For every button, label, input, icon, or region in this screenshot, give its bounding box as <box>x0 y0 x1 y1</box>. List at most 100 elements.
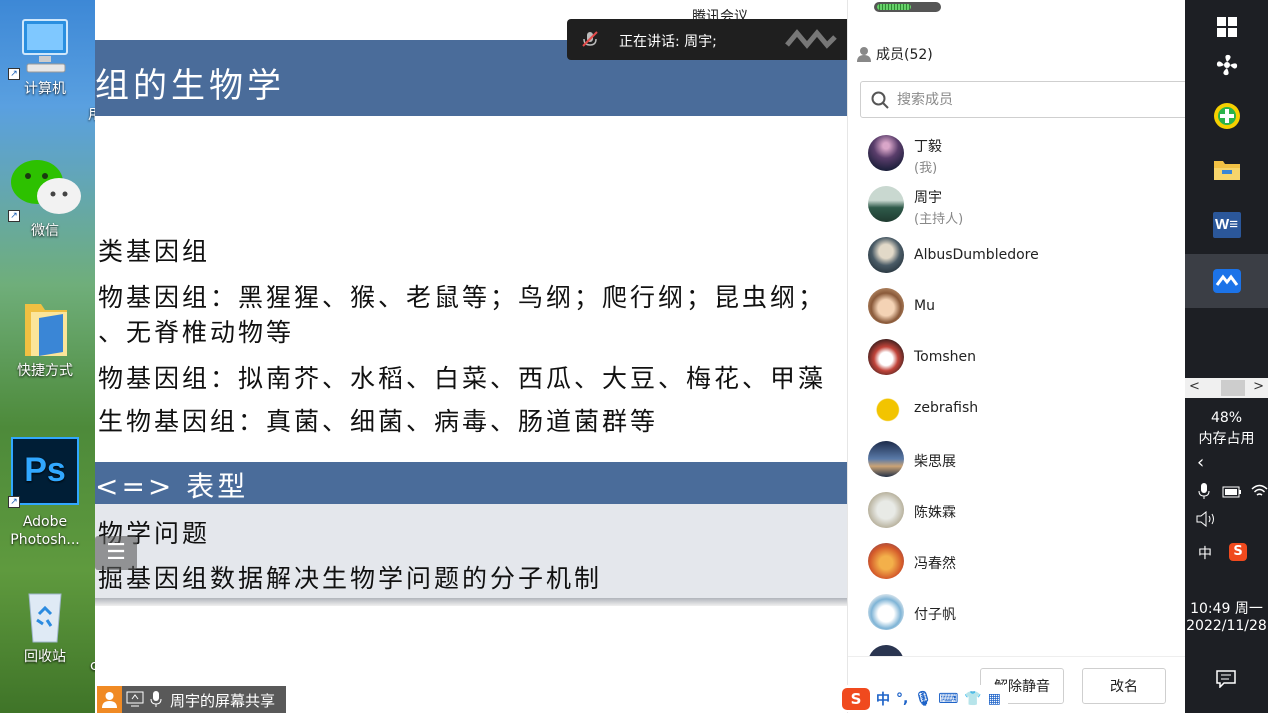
member-name: 周宇 <box>914 190 942 206</box>
taskbar-app-meeting[interactable] <box>1185 254 1268 308</box>
tencent-meeting-logo-icon <box>785 29 837 49</box>
desktop-label-recycle-bin: 回收站 <box>24 649 66 665</box>
avatar <box>868 288 904 324</box>
shortcut-arrow-icon: ↗ <box>8 496 20 508</box>
notification-icon[interactable] <box>1216 670 1236 688</box>
desktop-icon-recycle-bin[interactable]: 回收站 <box>0 584 90 666</box>
scroll-left-icon[interactable]: < <box>1189 379 1200 394</box>
skin-icon[interactable]: 👕 <box>964 691 981 707</box>
taskbar-scrollbar[interactable]: < > <box>1185 378 1268 398</box>
avatar <box>868 594 904 630</box>
taskbar-app-fan[interactable] <box>1185 38 1268 92</box>
taskbar-app-word[interactable]: W≡ <box>1185 198 1268 252</box>
list-icon: ☰ <box>106 540 126 565</box>
desktop-label-computer: 计算机 <box>24 81 66 97</box>
speaker-toast: 正在讲话: 周宇; <box>567 19 851 60</box>
screen-share-label: 周宇的屏幕共享 <box>170 692 276 710</box>
file-explorer-icon <box>1213 161 1240 180</box>
signal-fill <box>877 4 911 10</box>
avatar <box>868 441 904 477</box>
member-list: 丁毅 (我) 周宇 (主持人) AlbusDumbledore Mu Tomsh… <box>848 128 1186 656</box>
microphone-icon[interactable]: 🎙 <box>914 691 932 707</box>
member-name: Tomshen <box>914 349 977 365</box>
member-search-input[interactable] <box>897 90 1177 110</box>
slide-shadow <box>95 598 847 606</box>
windows-start-icon <box>1216 17 1237 37</box>
punctuation-icon[interactable]: °, <box>896 691 908 707</box>
scroll-thumb[interactable] <box>1221 380 1245 396</box>
keyboard-icon[interactable]: ⌨ <box>938 691 958 707</box>
clock-time[interactable]: 10:49 周一 <box>1185 598 1268 618</box>
microphone-icon[interactable] <box>1197 482 1211 500</box>
desktop-label-wechat: 微信 <box>31 223 59 239</box>
members-panel: 成员(52) 丁毅 (我) 周宇 (主持人) AlbusDumbledore M… <box>847 0 1190 713</box>
desktop-label-photoshop: Adobe Photosh... <box>10 514 80 548</box>
desktop-icon-computer[interactable]: 计算机 <box>0 16 90 98</box>
avatar <box>868 135 904 171</box>
member-item[interactable]: 陈姝霖 <box>868 487 1178 533</box>
computer-icon <box>22 19 68 73</box>
member-item[interactable]: 丁毅 (我) <box>868 130 1178 176</box>
volume-icon[interactable] <box>1195 511 1217 527</box>
desktop-icon-photoshop[interactable]: Ps Adobe Photosh... <box>0 437 90 549</box>
add-app-icon <box>1213 103 1240 129</box>
member-item[interactable] <box>868 640 1178 656</box>
chevron-left-icon[interactable]: ‹ <box>1197 452 1204 473</box>
word-icon: W≡ <box>1212 212 1241 238</box>
clock-date[interactable]: 2022/11/28 <box>1185 618 1268 634</box>
list-toggle-button[interactable]: ☰ <box>95 536 137 570</box>
member-role: (主持人) <box>914 212 964 227</box>
person-icon[interactable] <box>97 686 122 713</box>
search-icon <box>871 91 889 109</box>
member-name: Mu <box>914 298 935 314</box>
slide-bullet: 物基因组：拟南芥、水稻、白菜、西瓜、大豆、梅花、甲藻 <box>98 364 827 393</box>
slide-bullet: 生物基因组：真菌、细菌、病毒、肠道菌群等 <box>98 407 659 436</box>
member-name: zebrafish <box>914 400 979 416</box>
sogou-icon[interactable]: S <box>842 687 870 710</box>
ime-toolbar: S 中 °, 🎙 ⌨ 👕 ▦ <box>838 685 1008 712</box>
avatar <box>868 645 904 656</box>
battery-icon[interactable] <box>1222 486 1242 498</box>
screen-share-icon[interactable] <box>126 691 144 707</box>
ime-language[interactable]: 中 <box>876 689 890 709</box>
recycle-bin-icon <box>28 593 62 643</box>
screen-share-bar: 周宇的屏幕共享 <box>97 686 286 713</box>
member-item[interactable]: Tomshen <box>868 334 1178 380</box>
desktop-icon-shortcut-folder[interactable]: 快捷方式 <box>0 298 90 380</box>
member-item[interactable]: 柴思展 <box>868 436 1178 482</box>
taskbar: W≡ < > 48% 内存占用 ‹ 中 S 10:49 周一 2022/11/2… <box>1185 0 1268 713</box>
member-item[interactable]: zebrafish <box>868 385 1178 431</box>
member-item[interactable]: 冯春然 <box>868 538 1178 584</box>
ime-indicator[interactable]: 中 <box>1198 543 1212 563</box>
taskbar-app-explorer[interactable] <box>1185 143 1268 197</box>
wifi-icon[interactable] <box>1251 484 1268 498</box>
members-header: 成员(52) <box>856 44 933 64</box>
scroll-right-icon[interactable]: > <box>1253 379 1264 394</box>
member-item[interactable]: 付子帆 <box>868 589 1178 635</box>
taskbar-app-add[interactable] <box>1185 89 1268 143</box>
slide-section-title: <=> 表型 <box>95 470 249 503</box>
desktop-icon-wechat[interactable]: 微信 <box>0 154 90 240</box>
fan-icon <box>1216 54 1237 76</box>
avatar <box>868 186 904 222</box>
member-name: 柴思展 <box>914 454 956 470</box>
photoshop-icon: Ps <box>11 437 79 505</box>
slide-title: 组的生物学 <box>95 66 285 106</box>
avatar <box>868 492 904 528</box>
folder-shortcut-icon <box>25 304 67 356</box>
microphone-icon[interactable] <box>149 690 163 708</box>
memory-percent: 48% <box>1210 410 1243 426</box>
member-search[interactable] <box>860 81 1190 118</box>
member-item[interactable]: 周宇 (主持人) <box>868 181 1178 227</box>
member-item[interactable]: AlbusDumbledore <box>868 232 1178 278</box>
speaker-text: 正在讲话: 周宇; <box>619 34 717 50</box>
sogou-icon[interactable]: S <box>1229 543 1247 561</box>
avatar <box>868 237 904 273</box>
member-item[interactable]: Mu <box>868 283 1178 329</box>
memory-label: 内存占用 <box>1198 431 1255 447</box>
avatar <box>868 543 904 579</box>
toolbox-icon[interactable]: ▦ <box>988 691 1001 707</box>
slide-bullet: 物基因组：黑猩猩、猴、老鼠等；鸟纲；爬行纲；昆虫纲； <box>98 283 827 312</box>
rename-button[interactable]: 改名 <box>1082 668 1166 704</box>
person-icon <box>857 47 871 62</box>
